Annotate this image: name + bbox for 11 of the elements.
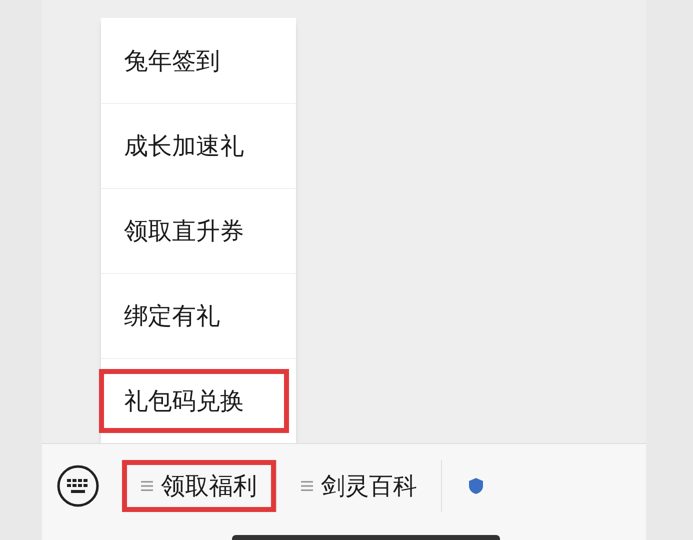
list-icon [301, 480, 313, 492]
list-icon [141, 480, 153, 492]
menu-item[interactable]: 领取直升券 [101, 199, 281, 263]
menu-item[interactable]: 兔年签到 [101, 28, 281, 92]
shield-icon [466, 476, 486, 496]
menu-tab[interactable]: 领取福利 [122, 460, 276, 512]
menu-item[interactable]: 成长加速礼 [101, 114, 281, 178]
menu-item[interactable]: 礼包码兑换 [99, 369, 289, 433]
menu-item[interactable]: 绑定有礼 [101, 284, 281, 348]
keyboard-icon[interactable] [56, 464, 100, 508]
menu-tab[interactable]: 剑灵百科 [276, 460, 441, 512]
